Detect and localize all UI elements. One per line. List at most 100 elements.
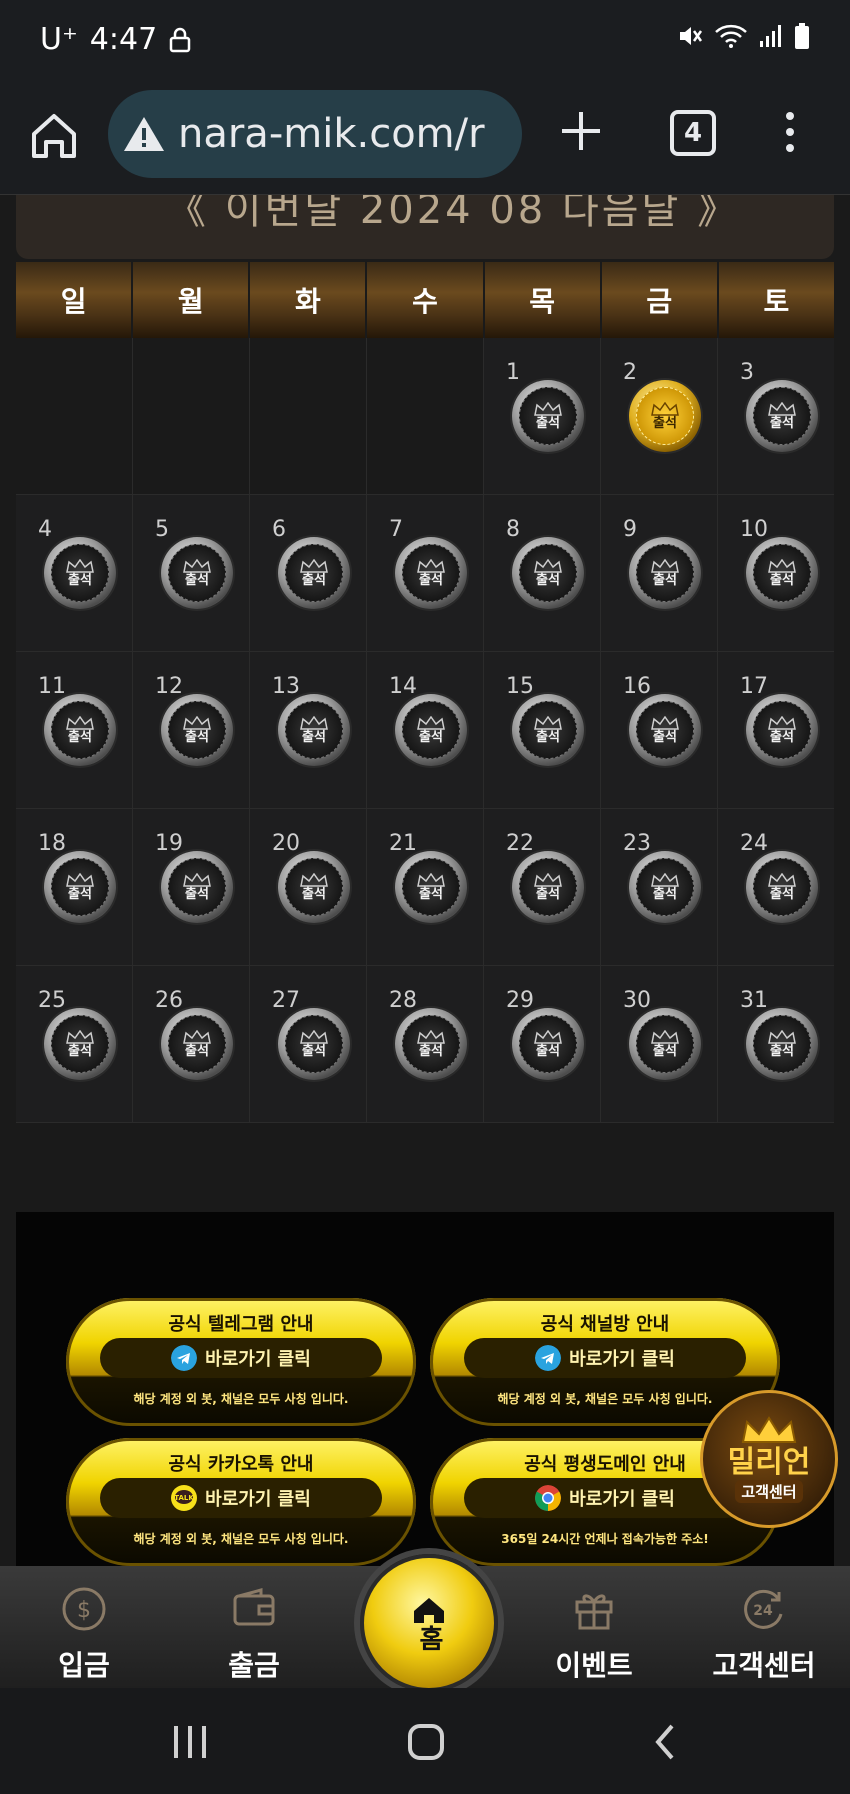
calendar-empty-cell [16, 338, 133, 494]
attendance-stamp[interactable]: 출석 [44, 851, 116, 923]
stamp-face: 출석 [519, 544, 577, 602]
stamp-face: 출석 [519, 858, 577, 916]
crown-icon [651, 558, 679, 573]
support-badge-name: 밀리언 [727, 1444, 811, 1480]
attendance-stamp[interactable]: 출석 [395, 1008, 467, 1080]
address-bar[interactable]: nara-mik.com/r [108, 90, 522, 178]
crown-icon [651, 401, 679, 416]
attendance-stamp[interactable]: 출석 [512, 1008, 584, 1080]
crown-icon [183, 558, 211, 573]
crown-icon [66, 715, 94, 730]
nav-withdraw[interactable]: 출금 [194, 1586, 314, 1684]
clock: 4:47 [89, 22, 158, 57]
calendar-day: 14 출석 [367, 652, 484, 808]
calendar-weekday-header: 일 월 화 수 목 금 토 [16, 262, 834, 338]
attendance-stamp[interactable]: 출석 [44, 537, 116, 609]
day-number: 11 [38, 674, 66, 699]
attendance-stamp[interactable]: 출석 [161, 851, 233, 923]
nav-home-button[interactable]: 홈 [360, 1554, 498, 1692]
stamp-label: 출석 [770, 1043, 794, 1059]
svg-text:TALK: TALK [174, 1494, 194, 1502]
attendance-stamp[interactable]: 출석 [161, 1008, 233, 1080]
wifi-icon [715, 24, 747, 48]
more-menu-icon[interactable] [780, 110, 800, 154]
attendance-stamp[interactable]: 출석 [278, 1008, 350, 1080]
svg-text:24: 24 [753, 1603, 773, 1619]
day-number: 23 [623, 831, 651, 856]
attendance-stamp[interactable]: 출석 [395, 851, 467, 923]
lock-icon [169, 27, 191, 52]
nav-support[interactable]: 24 고객센터 [704, 1586, 824, 1684]
new-tab-icon[interactable] [556, 106, 606, 156]
stamp-face: 출석 [168, 858, 226, 916]
recent-apps-icon[interactable] [170, 1722, 210, 1762]
nav-event[interactable]: 이벤트 [534, 1586, 654, 1684]
day-number: 12 [155, 674, 183, 699]
attendance-stamp[interactable]: 출석 [278, 851, 350, 923]
attendance-stamp[interactable]: 출석 [629, 537, 701, 609]
calendar-day: 20 출석 [250, 809, 367, 965]
day-number: 15 [506, 674, 534, 699]
home-icon[interactable] [26, 108, 82, 164]
crown-icon [768, 872, 796, 887]
attendance-stamp[interactable]: 출석 [161, 694, 233, 766]
kakao-promo-button[interactable]: 공식 카카오톡 안내 TALK 바로가기 클릭 해당 계정 외 봇, 채널은 모… [66, 1438, 416, 1566]
day-number: 9 [623, 517, 637, 542]
attendance-stamp[interactable]: 출석 [512, 537, 584, 609]
attendance-stamp[interactable]: 출석 [161, 537, 233, 609]
attendance-stamp[interactable]: 출석 [629, 851, 701, 923]
day-number: 13 [272, 674, 300, 699]
stamp-label: 출석 [770, 415, 794, 431]
calendar-day: 4 출석 [16, 495, 133, 651]
stamp-label: 출석 [419, 572, 443, 588]
day-number: 20 [272, 831, 300, 856]
nav-deposit[interactable]: $ 입금 [24, 1586, 144, 1684]
attendance-stamp[interactable]: 출석 [278, 694, 350, 766]
promo-go-button[interactable]: 바로가기 클릭 [100, 1338, 382, 1378]
crown-icon [183, 872, 211, 887]
attendance-stamp[interactable]: 출석 [512, 380, 584, 452]
crown-icon [534, 872, 562, 887]
kakaotalk-icon: TALK [171, 1485, 198, 1511]
attendance-stamp[interactable]: 출석 [44, 694, 116, 766]
attendance-stamp[interactable]: 출석 [629, 694, 701, 766]
calendar-day: 30 출석 [601, 966, 718, 1122]
tab-switcher-button[interactable]: 4 [670, 110, 716, 156]
stamp-face: 출석 [285, 1015, 343, 1073]
attendance-stamp[interactable]: 출석 [746, 537, 818, 609]
stamp-label: 출석 [536, 572, 560, 588]
promo-go-button[interactable]: 바로가기 클릭 [464, 1338, 746, 1378]
crown-icon [417, 1029, 445, 1044]
attendance-stamp[interactable]: 출석 [512, 851, 584, 923]
promo-title: 공식 채널방 안내 [540, 1314, 670, 1335]
attendance-stamp[interactable]: 출석 [395, 694, 467, 766]
attendance-stamp[interactable]: 출석 [512, 694, 584, 766]
attendance-stamp[interactable]: 출석 [746, 851, 818, 923]
attendance-stamp[interactable]: 출석 [44, 1008, 116, 1080]
promo-go-button[interactable]: 바로가기 클릭 [464, 1478, 746, 1518]
attendance-stamp[interactable]: 출석 [278, 537, 350, 609]
attendance-stamp[interactable]: 출석 [395, 537, 467, 609]
attendance-stamp[interactable]: 출석 [746, 380, 818, 452]
home-nav-icon[interactable] [406, 1722, 446, 1762]
day-number: 10 [740, 517, 768, 542]
telegram-promo-button[interactable]: 공식 텔레그램 안내 바로가기 클릭 해당 계정 외 봇, 채널은 모두 사칭 … [66, 1298, 416, 1426]
crown-icon [300, 1029, 328, 1044]
calendar-day: 17 출석 [718, 652, 834, 808]
calendar-day: 18 출석 [16, 809, 133, 965]
attendance-stamp[interactable]: 출석 [746, 1008, 818, 1080]
calendar-day: 2 출석 [601, 338, 718, 494]
calendar-day: 13 출석 [250, 652, 367, 808]
weekday-sun: 일 [16, 262, 134, 338]
day-number: 18 [38, 831, 66, 856]
attendance-stamp[interactable]: 출석 [629, 1008, 701, 1080]
attendance-stamp-checked[interactable]: 출석 [629, 380, 701, 452]
attendance-stamp[interactable]: 출석 [746, 694, 818, 766]
back-icon[interactable] [646, 1722, 686, 1762]
promo-go-button[interactable]: TALK 바로가기 클릭 [100, 1478, 382, 1518]
crown-icon [417, 558, 445, 573]
stamp-face: 출석 [753, 1015, 811, 1073]
day-number: 22 [506, 831, 534, 856]
support-center-badge[interactable]: 밀리언 고객센터 [700, 1390, 838, 1528]
stamp-label: 출석 [419, 1043, 443, 1059]
